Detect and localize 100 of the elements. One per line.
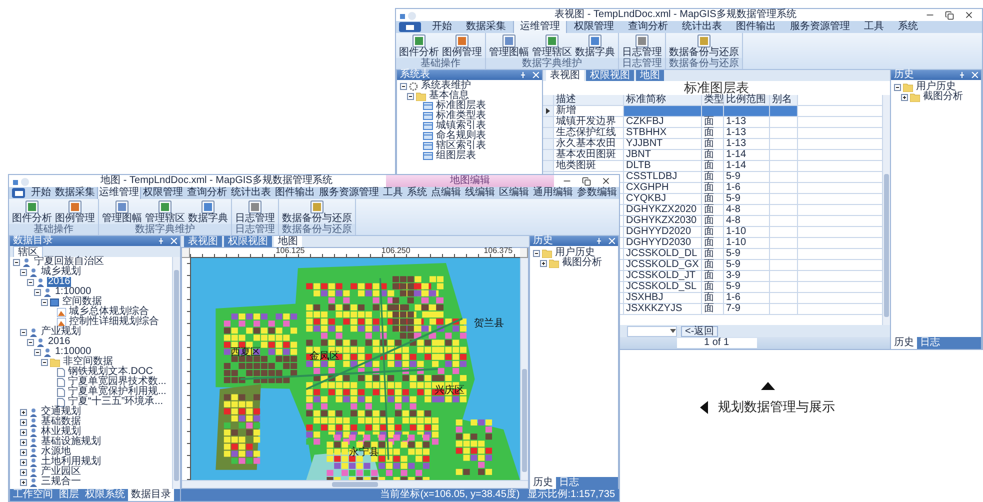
collapse-icon[interactable]	[34, 348, 41, 356]
ribbon-button[interactable]: 数据备份与还原	[281, 200, 353, 224]
ribbon-tab[interactable]: 服务资源管理	[317, 187, 381, 199]
tree-item[interactable]: 产业规划	[40, 327, 82, 337]
tree-item[interactable]: 产业园区	[40, 467, 82, 477]
document-tab[interactable]: 地图	[274, 236, 302, 247]
collapse-icon[interactable]	[41, 358, 48, 366]
tree-item[interactable]: 用户历史	[554, 248, 596, 258]
tree-item[interactable]: 1:10000	[54, 287, 92, 297]
ribbon-tab[interactable]: 点编辑	[429, 187, 463, 199]
ribbon-tab[interactable]: 统计出表	[675, 21, 729, 33]
ribbon-tab[interactable]: 权限管理	[141, 187, 185, 199]
document-tab[interactable]: 表视图	[546, 70, 584, 81]
collapse-icon[interactable]	[41, 298, 48, 306]
tree-item[interactable]: 控制性详细规划综合	[68, 317, 160, 327]
ribbon-tab[interactable]: 数据采集	[53, 187, 97, 199]
ribbon-button[interactable]: 数据字典	[187, 200, 229, 224]
tree-item[interactable]: 城镇索引表	[435, 121, 487, 131]
ribbon-tab[interactable]: 开始	[29, 187, 53, 199]
ribbon-button[interactable]: 管理图幅	[101, 200, 143, 224]
tree-item[interactable]: 2016	[47, 337, 72, 347]
back-button[interactable]: <-返回	[681, 326, 718, 336]
ribbon-tab[interactable]: 参数编辑	[575, 187, 619, 199]
expand-icon[interactable]	[20, 468, 27, 476]
expand-icon[interactable]	[20, 448, 27, 456]
app-menu-button[interactable]	[12, 188, 25, 198]
vertical-scrollbar[interactable]	[882, 95, 890, 325]
tree-item[interactable]: 2016	[47, 277, 72, 287]
tree-item[interactable]: 标准类型表	[435, 111, 487, 121]
restore-button[interactable]	[582, 176, 591, 186]
close-button[interactable]	[601, 176, 611, 186]
app-menu-button[interactable]	[399, 22, 421, 32]
tree-item[interactable]: 宁夏“十三五”环境承...	[67, 397, 164, 407]
tree-item[interactable]: 城乡总体规划综合	[68, 307, 150, 317]
pin-close-icon[interactable]	[597, 238, 615, 244]
ribbon-button[interactable]: 图件分析	[11, 200, 53, 224]
panel-tab[interactable]: 日志	[917, 337, 943, 349]
page-size-select[interactable]	[627, 326, 677, 336]
pin-close-icon[interactable]	[521, 72, 539, 78]
document-tab[interactable]: 表视图	[184, 236, 222, 247]
ribbon-tab[interactable]: 通用编辑	[531, 187, 575, 199]
expand-icon[interactable]	[20, 428, 27, 436]
document-tab[interactable]: 权限视图	[586, 70, 634, 81]
tree-item[interactable]: 水源地	[40, 447, 72, 457]
tree-item[interactable]: 三规合一	[40, 477, 82, 487]
tree-item[interactable]: 基础数据	[40, 417, 82, 427]
pin-close-icon[interactable]	[159, 238, 177, 244]
tree-item[interactable]: 截图分析	[561, 258, 603, 268]
collapse-icon[interactable]	[20, 268, 27, 276]
ribbon-button[interactable]: 数据备份与还原	[668, 34, 740, 58]
tree-item[interactable]: 宁夏单宽保护利用规...	[67, 387, 168, 397]
tree-item[interactable]: 基础设施规划	[40, 437, 102, 447]
vertical-scrollbar[interactable]	[520, 258, 528, 480]
tree-item[interactable]: 钢铁规划文本.DOC	[67, 367, 154, 377]
panel-tab[interactable]: 图层	[56, 489, 82, 501]
collapse-icon[interactable]	[533, 250, 540, 256]
collapse-icon[interactable]	[400, 82, 407, 90]
ribbon-tab[interactable]: 数据采集	[459, 21, 513, 33]
panel-tab[interactable]: 权限系统	[82, 489, 128, 501]
pin-close-icon[interactable]	[960, 72, 978, 78]
tree-item[interactable]: 1:10000	[54, 347, 92, 357]
expand-icon[interactable]	[20, 418, 27, 426]
filter-tab[interactable]: 辖区	[13, 246, 43, 257]
ribbon-button[interactable]: 数据字典	[574, 34, 616, 58]
panel-tab[interactable]: 工作空间	[10, 489, 56, 501]
expand-icon[interactable]	[901, 94, 908, 100]
expand-icon[interactable]	[20, 408, 27, 416]
ribbon-tab[interactable]: 系统	[891, 21, 925, 33]
tree-item[interactable]: 基本信息	[428, 91, 470, 101]
ribbon-tab[interactable]: 开始	[425, 21, 459, 33]
restore-button[interactable]	[945, 10, 954, 20]
document-tab[interactable]: 权限视图	[224, 236, 272, 247]
tree-item[interactable]: 非空间数据	[62, 357, 114, 367]
ribbon-button[interactable]: 图例管理	[441, 34, 483, 58]
tree-item[interactable]: 空间数据	[61, 297, 103, 307]
horizontal-scrollbar[interactable]	[182, 480, 528, 488]
tree-item[interactable]: 交通规划	[40, 407, 82, 417]
expand-icon[interactable]	[20, 478, 27, 486]
tree-item[interactable]: 标准图层表	[435, 101, 487, 111]
collapse-icon[interactable]	[20, 328, 27, 336]
document-tab[interactable]: 地图	[636, 70, 664, 81]
panel-tab[interactable]: 历史	[530, 477, 556, 489]
close-button[interactable]	[964, 10, 974, 20]
panel-tab[interactable]: 日志	[556, 477, 582, 489]
tree-item[interactable]: 用户历史	[915, 82, 957, 92]
tree-item[interactable]: 命名规则表	[435, 131, 487, 141]
tree-item[interactable]: 宁夏回族自治区	[33, 257, 105, 267]
tree-item[interactable]: 组图层表	[435, 151, 477, 161]
collapse-icon[interactable]	[34, 288, 41, 296]
collapse-icon[interactable]	[13, 258, 20, 266]
ribbon-tab[interactable]: 查询分析	[621, 21, 675, 33]
collapse-icon[interactable]	[27, 278, 34, 286]
collapse-icon[interactable]	[894, 84, 901, 90]
ribbon-button[interactable]: 图件分析	[398, 34, 440, 58]
tree-item[interactable]: 林业规划	[40, 427, 82, 437]
ribbon-button[interactable]: 管理辖区	[144, 200, 186, 224]
ribbon-button[interactable]: 管理图幅	[488, 34, 530, 58]
ribbon-tab[interactable]: 权限管理	[567, 21, 621, 33]
ribbon-button[interactable]: 图例管理	[54, 200, 96, 224]
expand-icon[interactable]	[20, 458, 27, 466]
